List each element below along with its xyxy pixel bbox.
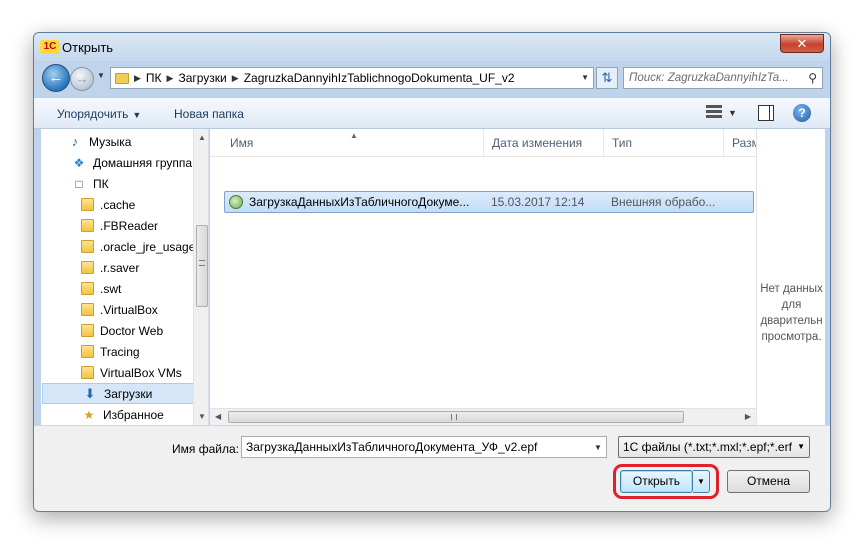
- external-processing-file-icon: [229, 195, 243, 209]
- folder-icon: [81, 366, 94, 379]
- breadcrumb-current-folder[interactable]: ZagruzkaDannyihIzTablichnogoDokumenta_UF…: [244, 71, 515, 85]
- filename-label: Имя файла:: [172, 442, 239, 456]
- open-file-dialog: 1С Открыть ✕ ← → ▼ ▶ ПК ▶ Загрузки ▶ Zag…: [33, 32, 831, 512]
- file-type-filter-select[interactable]: 1С файлы (*.txt;*.mxl;*.epf;*.erf ▼: [618, 436, 810, 458]
- sidebar-item-folder[interactable]: .r.saver: [81, 257, 208, 278]
- downloads-icon: ⬇: [84, 385, 96, 401]
- column-header-type[interactable]: Тип: [604, 129, 724, 157]
- folder-icon: [115, 72, 129, 84]
- preview-pane: Нет данных для дварительн просмотра.: [756, 129, 825, 425]
- search-icon[interactable]: ⚲: [808, 71, 817, 85]
- sidebar-item-homegroup[interactable]: ❖ Домашняя группа: [71, 152, 208, 173]
- horizontal-scroll-thumb[interactable]: [228, 411, 684, 423]
- sidebar-item-folder[interactable]: .cache: [81, 194, 208, 215]
- new-folder-button[interactable]: Новая папка: [174, 107, 244, 121]
- command-toolbar: Упорядочить ▼ Новая папка ▼ ?: [34, 97, 830, 129]
- file-list-pane: Имя ▲ Дата изменения Тип Разм ЗагрузкаДа…: [210, 129, 756, 425]
- chevron-right-icon[interactable]: ▶: [167, 73, 174, 84]
- chevron-right-icon[interactable]: ▶: [134, 73, 141, 84]
- close-button[interactable]: ✕: [780, 34, 824, 53]
- filename-field[interactable]: [241, 436, 607, 458]
- dialog-footer: Имя файла: ▼ 1С файлы (*.txt;*.mxl;*.epf…: [34, 425, 830, 511]
- folder-icon: [81, 303, 94, 316]
- horizontal-scrollbar[interactable]: ◀ ▶: [210, 408, 756, 425]
- cancel-button[interactable]: Отмена: [727, 470, 810, 493]
- folder-icon: [81, 219, 94, 232]
- address-bar[interactable]: ▶ ПК ▶ Загрузки ▶ ZagruzkaDannyihIzTabli…: [110, 67, 594, 89]
- folder-icon: [81, 345, 94, 358]
- organize-label: Упорядочить: [57, 107, 129, 121]
- app-logo-icon: 1С: [40, 40, 60, 54]
- open-button[interactable]: Открыть: [620, 470, 693, 493]
- views-dropdown-icon[interactable]: ▼: [728, 108, 737, 118]
- column-header-name[interactable]: Имя: [210, 129, 484, 157]
- sidebar-item-favorites[interactable]: ★ Избранное: [81, 404, 208, 425]
- sidebar-item-folder[interactable]: .FBReader: [81, 215, 208, 236]
- column-header-size[interactable]: Разм: [724, 129, 756, 157]
- search-box[interactable]: Поиск: ZagruzkaDannyihIzTa... ⚲: [623, 67, 823, 89]
- sidebar-item-downloads[interactable]: ⬇ Загрузки: [42, 383, 194, 404]
- address-dropdown-icon[interactable]: ▼: [581, 73, 589, 82]
- sidebar-item-folder[interactable]: .swt: [81, 278, 208, 299]
- folder-icon: [81, 261, 94, 274]
- file-type-filter-value: 1С файлы (*.txt;*.mxl;*.epf;*.erf: [623, 440, 792, 454]
- file-name: ЗагрузкаДанныхИзТабличногоДокуме...: [249, 195, 470, 209]
- sidebar-item-folder[interactable]: Tracing: [81, 341, 208, 362]
- folder-icon: [81, 282, 94, 295]
- open-options-dropdown-icon[interactable]: ▼: [693, 470, 710, 493]
- file-type: Внешняя обрабо...: [611, 195, 716, 209]
- sidebar-item-folder[interactable]: .VirtualBox: [81, 299, 208, 320]
- title-bar: 1С Открыть ✕: [34, 33, 830, 61]
- preview-empty-text: Нет данных для дварительн просмотра.: [760, 283, 823, 343]
- folder-icon: [81, 324, 94, 337]
- history-dropdown-icon[interactable]: ▼: [97, 71, 105, 80]
- navigation-pane: ♪ Музыка ❖ Домашняя группа □ ПК .cache .FBR…: [41, 129, 209, 425]
- sidebar-item-pc[interactable]: □ ПК: [71, 173, 208, 194]
- sidebar-item-folder[interactable]: VirtualBox VMs: [81, 362, 208, 383]
- sidebar-item-folder[interactable]: .oracle_jre_usage: [81, 236, 193, 257]
- sort-ascending-icon: ▲: [350, 131, 358, 140]
- folder-icon: [81, 240, 94, 253]
- scroll-up-icon[interactable]: ▲: [198, 133, 206, 142]
- scroll-left-icon[interactable]: ◀: [215, 412, 221, 421]
- help-icon[interactable]: ?: [793, 104, 811, 122]
- table-row[interactable]: ЗагрузкаДанныхИзТабличногоДокуме... 15.0…: [224, 191, 754, 213]
- folder-icon: [81, 198, 94, 211]
- chevron-down-icon: ▼: [132, 110, 142, 120]
- sidebar-scroll-thumb[interactable]: [196, 225, 208, 307]
- column-header-date[interactable]: Дата изменения: [484, 129, 604, 157]
- scroll-down-icon[interactable]: ▼: [198, 412, 206, 421]
- homegroup-icon: ❖: [73, 155, 85, 170]
- column-headers: Имя ▲ Дата изменения Тип Разм: [210, 129, 756, 157]
- back-button[interactable]: ←: [42, 64, 70, 92]
- preview-pane-icon[interactable]: [758, 105, 774, 121]
- breadcrumb-pc[interactable]: ПК: [146, 71, 162, 85]
- chevron-down-icon: ▼: [797, 442, 805, 451]
- sidebar-item-folder[interactable]: Doctor Web: [81, 320, 208, 341]
- favorites-icon: ★: [83, 407, 95, 422]
- scroll-right-icon[interactable]: ▶: [745, 412, 751, 421]
- sidebar-scrollbar[interactable]: ▲ ▼: [193, 129, 208, 425]
- organize-button[interactable]: Упорядочить ▼: [57, 107, 141, 121]
- breadcrumb-downloads[interactable]: Загрузки: [178, 71, 226, 85]
- window-title: Открыть: [62, 40, 114, 55]
- refresh-button[interactable]: ⇅: [596, 67, 618, 89]
- views-icon[interactable]: [706, 105, 722, 119]
- chevron-right-icon[interactable]: ▶: [232, 73, 239, 84]
- sidebar-item-music[interactable]: ♪ Музыка: [67, 131, 208, 152]
- navigation-bar: ← → ▼ ▶ ПК ▶ Загрузки ▶ ZagruzkaDannyihI…: [34, 61, 830, 97]
- filename-dropdown-icon[interactable]: ▼: [594, 443, 602, 452]
- music-icon: ♪: [71, 133, 79, 149]
- computer-icon: □: [75, 176, 83, 191]
- forward-button[interactable]: →: [70, 67, 94, 91]
- file-date: 15.03.2017 12:14: [491, 195, 585, 209]
- search-input[interactable]: Поиск: ZagruzkaDannyihIzTa...: [629, 72, 797, 84]
